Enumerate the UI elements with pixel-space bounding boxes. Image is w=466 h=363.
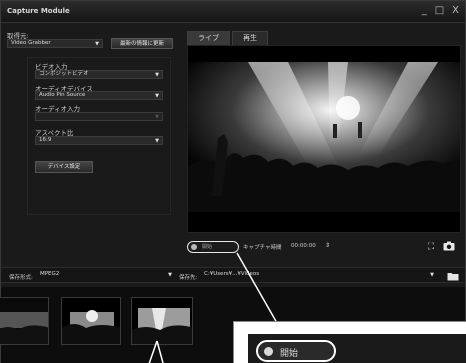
concert-preview-image xyxy=(188,46,460,232)
audio-input-select[interactable]: ▼ xyxy=(35,112,163,121)
chevron-down-icon: ▼ xyxy=(168,272,172,278)
video-input-select[interactable]: コンポジットビデオ ▼ xyxy=(35,70,163,79)
thumbnail[interactable] xyxy=(61,297,121,345)
callout-start-button: 開始 xyxy=(256,340,336,362)
source-value: Video Grabber xyxy=(11,40,51,46)
chevron-down-icon: ▼ xyxy=(95,41,99,47)
record-icon xyxy=(191,244,197,250)
format-value: MPEG2 xyxy=(40,271,60,277)
minimize-button[interactable]: _ xyxy=(422,5,427,16)
record-icon xyxy=(264,347,273,356)
device-settings-button[interactable]: デバイス設定 xyxy=(35,161,93,173)
tab-live[interactable]: ライブ xyxy=(187,31,230,45)
destination-select[interactable]: C:¥Users¥...¥Videos ▼ xyxy=(201,271,437,280)
chevron-down-icon: ▼ xyxy=(430,272,434,278)
chevron-down-icon: ▼ xyxy=(155,93,159,99)
source-select[interactable]: Video Grabber ▼ xyxy=(7,39,103,48)
callout-magnifier: 開始 xyxy=(233,321,466,363)
chevron-down-icon: ▼ xyxy=(155,72,159,78)
restore-button[interactable]: □ xyxy=(435,5,444,16)
title-bar: Capture Module _ □ X xyxy=(1,1,465,23)
capture-time-label: キャプチャ時間 xyxy=(243,245,282,251)
chevron-down-icon: ▼ xyxy=(155,138,159,144)
refresh-button[interactable]: 最新の情報に更新 xyxy=(111,38,173,49)
tab-playback[interactable]: 再生 xyxy=(232,31,268,45)
video-preview xyxy=(187,45,461,233)
callout-start-label: 開始 xyxy=(280,349,299,359)
aspect-select[interactable]: 16:9 ▼ xyxy=(35,136,163,145)
destination-value: C:¥Users¥...¥Videos xyxy=(204,271,260,277)
thumbnail[interactable] xyxy=(131,297,193,345)
chevron-down-icon: ▼ xyxy=(155,114,159,120)
capture-module-window: Capture Module _ □ X 取得元: Video Grabber … xyxy=(0,0,466,363)
destination-label: 保存先: xyxy=(179,275,198,281)
capture-time-value[interactable]: 00:00:00 xyxy=(291,243,316,249)
save-settings-row: 保存形式: MPEG2 ▼ 保存先: C:¥Users¥...¥Videos ▼ xyxy=(1,267,465,283)
format-select[interactable]: MPEG2 ▼ xyxy=(37,271,175,280)
aspect-value: 16:9 xyxy=(39,137,52,143)
video-input-value: コンポジットビデオ xyxy=(39,71,89,77)
fullscreen-icon[interactable]: ⛶ xyxy=(425,241,437,253)
window-title: Capture Module xyxy=(7,7,70,15)
capture-start-button[interactable]: 開始 xyxy=(187,241,239,253)
settings-panel: 取得元: Video Grabber ▼ 最新の情報に更新 ビデオ入力 コンポジ… xyxy=(1,23,181,263)
callout-inner: 開始 xyxy=(248,334,466,363)
camera-icon[interactable] xyxy=(443,241,455,253)
capture-time-spinner[interactable]: ⇕ xyxy=(325,242,330,249)
audio-device-value: Audio Pin Source xyxy=(39,92,86,98)
window-controls: _ □ X xyxy=(422,5,459,16)
preview-tabs: ライブ 再生 xyxy=(187,31,268,45)
folder-icon[interactable] xyxy=(447,271,459,283)
close-button[interactable]: X xyxy=(452,5,459,16)
thumbnail[interactable] xyxy=(0,297,49,345)
capture-bar: 開始 キャプチャ時間 00:00:00 ⇕ ⛶ xyxy=(187,239,461,255)
capture-start-label: 開始 xyxy=(202,244,213,250)
audio-device-select[interactable]: Audio Pin Source ▼ xyxy=(35,91,163,100)
format-label: 保存形式: xyxy=(9,275,33,281)
